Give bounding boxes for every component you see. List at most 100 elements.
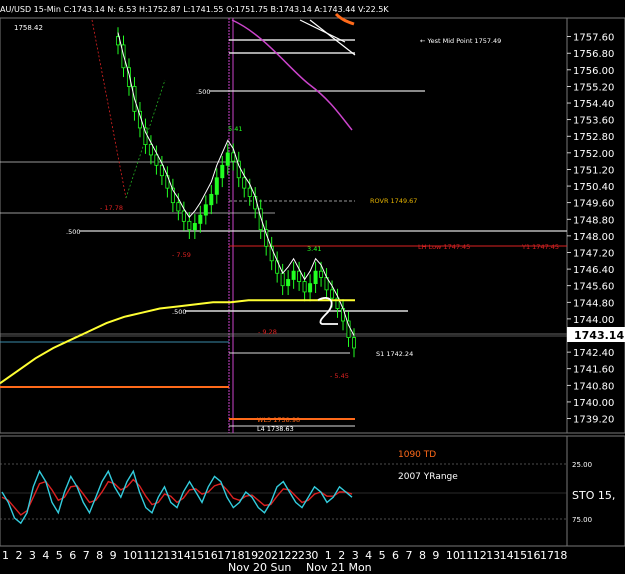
candle-body (351, 337, 356, 349)
hour-tick-label: 18 (553, 549, 567, 562)
hour-tick-label: 6 (392, 549, 399, 562)
candle-body (313, 270, 318, 285)
date-label-2: Nov 21 Mon (306, 561, 372, 574)
price-tick-label: 1752.80 (573, 132, 614, 143)
stoch-tick-25: 25.00 (572, 461, 592, 469)
candle-body (203, 204, 208, 216)
hour-tick-label: 5 (56, 549, 63, 562)
price-tick-label: 1747.20 (573, 248, 614, 259)
hour-tick-label: 17 (540, 549, 554, 562)
candle-body (297, 270, 302, 282)
lh-low-label: LH Low 1747.45 (418, 243, 470, 251)
price-tick-label: 1746.40 (573, 265, 614, 276)
price-tick-label: 1744.00 (573, 315, 614, 326)
price-tick-label: 1750.40 (573, 182, 614, 193)
rovr-label: ROVR 1749.67 (370, 197, 417, 205)
price-tick-label: 1753.60 (573, 116, 614, 127)
l4-label: L4 1738.63 (257, 425, 294, 433)
hour-tick-label: 12 (473, 549, 487, 562)
distance-label-2: - 7.59 (172, 251, 191, 259)
candle-body (308, 283, 313, 293)
s1-label: S1 1742.24 (376, 350, 413, 358)
price-chart: AU/USD 15-Min C:1743.14 N: 6.53 H:1752.8… (0, 5, 625, 574)
hour-tick-label: 15 (513, 549, 527, 562)
chart-window: AU/USD 15-Min C:1743.14 N: 6.53 H:1752.8… (0, 0, 625, 574)
candle-body (154, 154, 159, 166)
candle-body (291, 270, 296, 280)
range-label: 2007 YRange (398, 472, 458, 482)
price-tick-label: 1757.60 (573, 33, 614, 44)
hour-tick-label: 5 (379, 549, 386, 562)
price-tick-label: 1756.80 (573, 49, 614, 60)
hour-tick-label: 7 (83, 549, 90, 562)
candle-body (346, 320, 351, 338)
hour-tick-label: 8 (419, 549, 426, 562)
half-label-2: .500 (66, 228, 80, 236)
candle-body (231, 152, 236, 162)
candle-body (176, 202, 181, 212)
candle-body (225, 152, 230, 166)
price-tick-label: 1741.60 (573, 365, 614, 376)
stoch-panel-label: STO 15, (572, 489, 615, 502)
hour-tick-label: 11 (459, 549, 473, 562)
half-label-1: .500 (196, 88, 210, 96)
price-panel (0, 17, 568, 434)
distance-label-3: - 9.28 (258, 328, 277, 336)
candle-body (242, 177, 247, 189)
hour-tick-label: 14 (177, 549, 191, 562)
hour-tick-label: 15 (190, 549, 204, 562)
price-tick-label: 1748.00 (573, 232, 614, 243)
hour-tick-label: 4 (42, 549, 49, 562)
y1-label: Y1 1747.45 (521, 243, 559, 251)
stochastic-panel (0, 435, 568, 547)
hour-tick-label: 10 (123, 549, 137, 562)
price-tick-label: 1745.60 (573, 282, 614, 293)
candle-body (181, 210, 186, 222)
candle-body (319, 270, 324, 278)
hour-tick-label: 11 (137, 549, 151, 562)
hour-tick-label: 9 (110, 549, 117, 562)
hour-tick-label: 16 (527, 549, 541, 562)
hour-tick-label: 13 (486, 549, 500, 562)
candle-body (214, 177, 219, 195)
price-tick-label: 1749.60 (573, 199, 614, 210)
candle-body (330, 289, 335, 299)
date-label-1: Nov 20 Sun (228, 561, 291, 574)
price-tick-label: 1744.80 (573, 298, 614, 309)
wl3-label: WL3 1738.98 (257, 416, 300, 424)
hour-tick-label: 14 (500, 549, 514, 562)
candle-body (148, 144, 153, 156)
hour-tick-label: 10 (446, 549, 460, 562)
price-tick-label: 1751.20 (573, 165, 614, 176)
candle-body (286, 279, 291, 287)
hour-tick-label: 3 (29, 549, 36, 562)
price-tick-label: 1752.00 (573, 149, 614, 160)
td-label: 1090 TD (398, 450, 436, 460)
candle-body (187, 220, 192, 231)
candle-body (302, 281, 307, 293)
hour-tick-label: 9 (432, 549, 439, 562)
price-tick-label: 1740.80 (573, 381, 614, 392)
price-tick-label: 1739.20 (573, 415, 614, 426)
stoch-tick-75: 75.00 (572, 516, 592, 524)
candle-body (280, 272, 285, 287)
header-line: AU/USD 15-Min C:1743.14 N: 6.53 H:1752.8… (0, 5, 389, 14)
half-label-3: .500 (172, 308, 186, 316)
hour-tick-label: 12 (150, 549, 164, 562)
candle-body (143, 127, 148, 145)
price-tick-label: 1756.00 (573, 66, 614, 77)
candle-body (247, 187, 252, 197)
candle-body (198, 214, 203, 224)
candle-body (220, 164, 225, 179)
hour-tick-label: 13 (163, 549, 177, 562)
candle-body (236, 160, 241, 179)
price-tick-label: 1754.40 (573, 99, 614, 110)
yest-mid-label: ← Yest Mid Point 1757.49 (420, 37, 501, 45)
hour-tick-label: 1 (2, 549, 9, 562)
candle-body (209, 193, 214, 206)
hour-tick-label: 16 (204, 549, 218, 562)
candle-body (192, 223, 197, 231)
up-label-2: 3.41 (307, 245, 321, 253)
corner-price-label: 1758.42 (14, 24, 43, 32)
last-price-label: 1743.14 (574, 329, 624, 342)
